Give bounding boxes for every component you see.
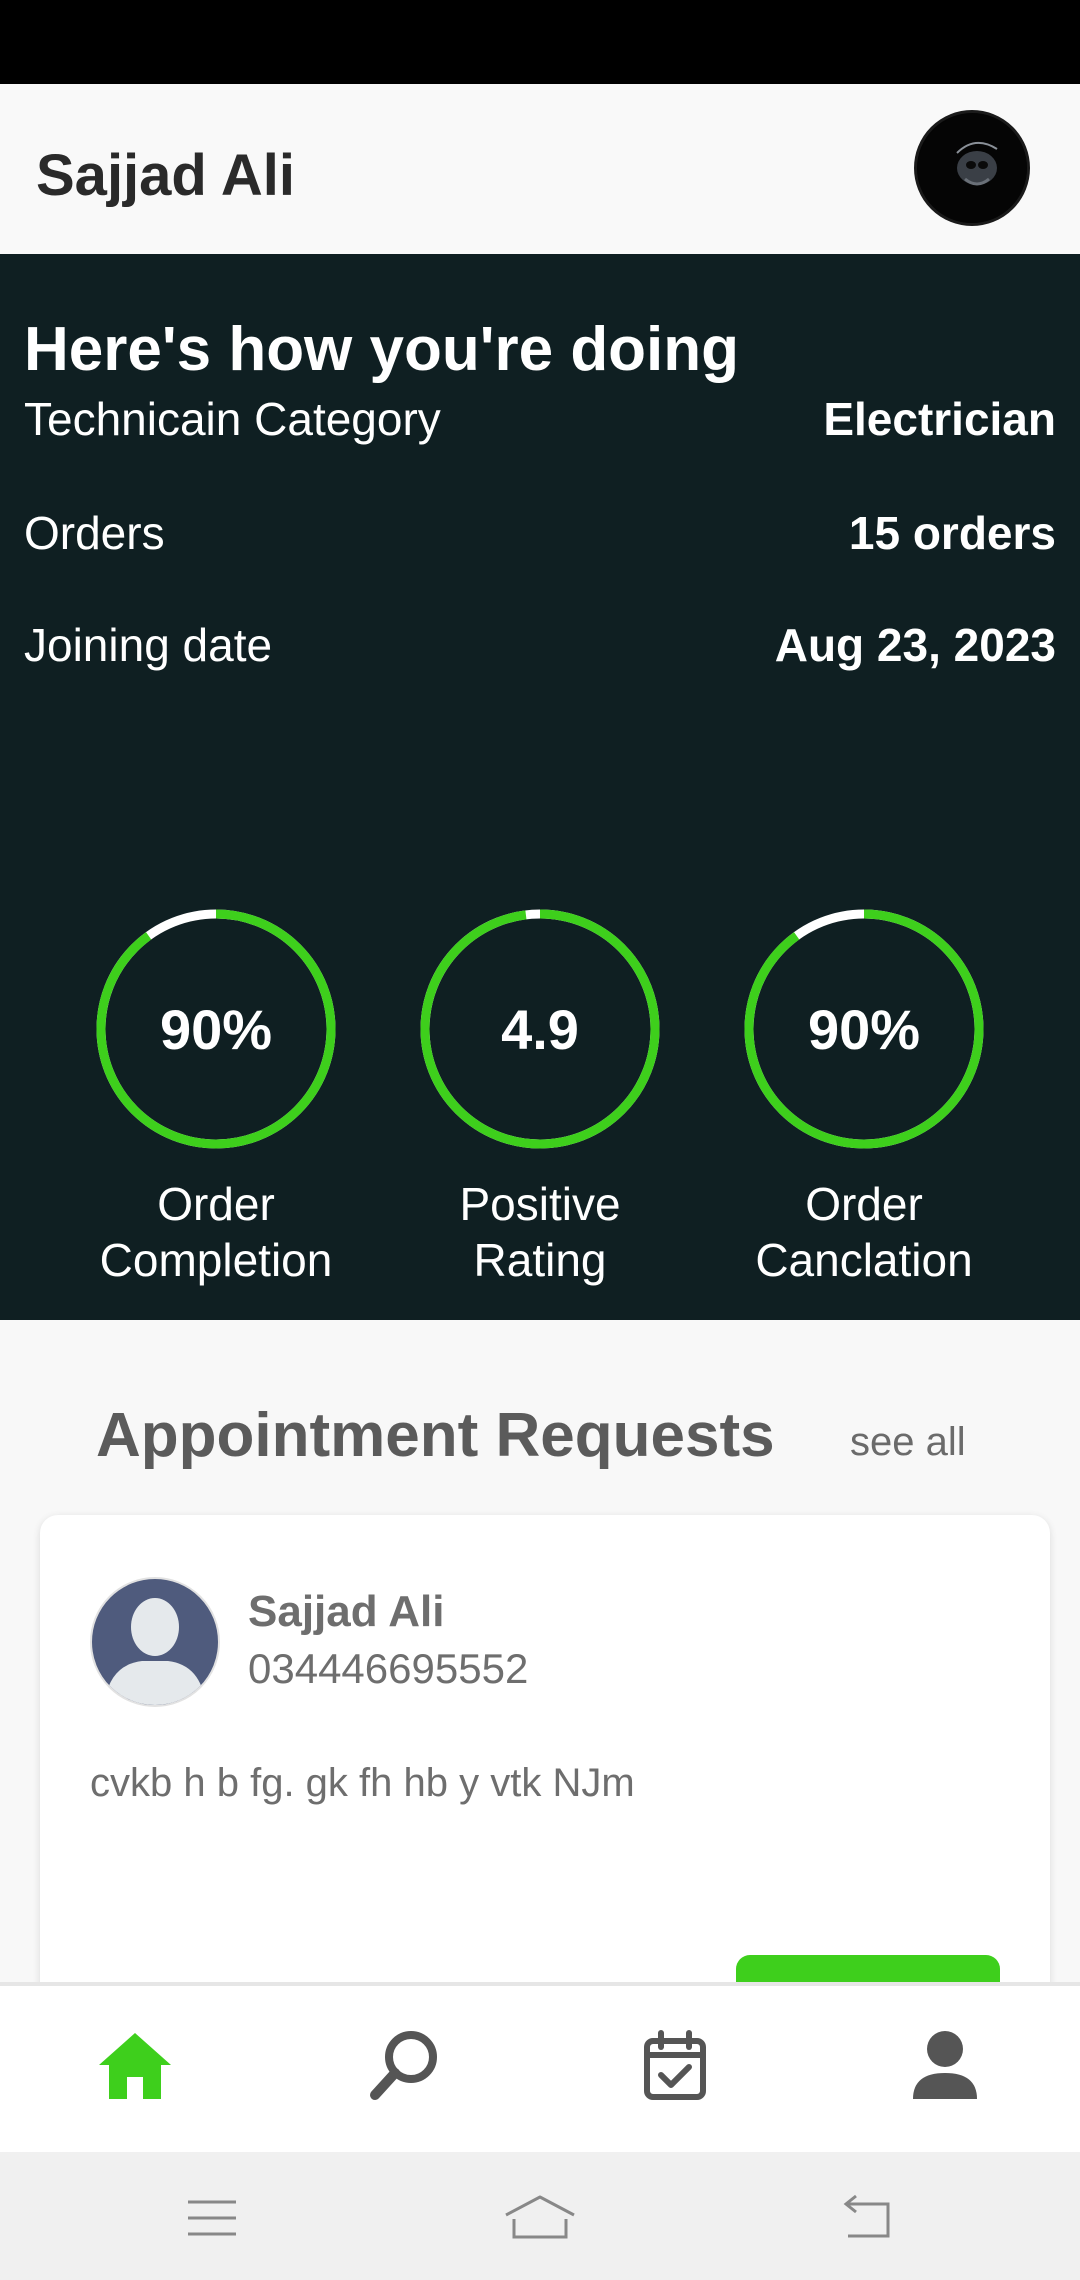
profile-avatar[interactable] xyxy=(914,110,1030,226)
info-row-joining-date: Joining date Aug 23, 2023 xyxy=(24,610,1056,680)
info-row-category: Technicain Category Electrician xyxy=(24,384,1056,454)
metric-positive-rating: 4.9 Positive Rating xyxy=(390,904,690,1288)
progress-ring: 4.9 xyxy=(420,909,660,1149)
progress-ring: 90% xyxy=(96,909,336,1149)
performance-heading: Here's how you're doing xyxy=(24,315,740,384)
orders-value: 15 orders xyxy=(848,507,1056,559)
orders-label: Orders xyxy=(24,507,165,559)
metric-label-line2: Completion xyxy=(99,1234,333,1286)
info-row-orders: Orders 15 orders xyxy=(24,498,1056,568)
joining-date-label: Joining date xyxy=(24,619,273,671)
user-name-title: Sajjad Ali xyxy=(36,143,295,208)
see-all-link[interactable]: see all xyxy=(850,1420,966,1465)
metric-label: Positive Rating xyxy=(390,1176,690,1288)
metric-label: Order Canclation xyxy=(714,1176,1014,1288)
home-outline-icon xyxy=(505,2195,575,2239)
requester-avatar xyxy=(90,1577,220,1707)
request-description: cvkb h b fg. gk fh hb y vtk NJm xyxy=(90,1761,635,1805)
recent-apps-button[interactable] xyxy=(172,2188,252,2248)
metric-label-line1: Order xyxy=(157,1178,275,1230)
skull-avatar-icon xyxy=(917,113,1027,223)
system-navigation-bar xyxy=(0,2152,1080,2280)
metric-label-line1: Order xyxy=(805,1178,923,1230)
nav-search[interactable] xyxy=(360,2020,450,2110)
metric-label-line2: Canclation xyxy=(755,1234,973,1286)
category-value: Electrician xyxy=(823,393,1056,445)
category-label: Technicain Category xyxy=(24,393,441,445)
search-icon xyxy=(370,2031,437,2100)
joining-date-value: Aug 23, 2023 xyxy=(774,619,1056,671)
screen: Sajjad Ali Here's how you're doing Techn… xyxy=(0,0,1080,2280)
requester-phone: 034446695552 xyxy=(248,1645,529,1692)
home-icon xyxy=(99,2033,171,2099)
metric-value: 4.9 xyxy=(501,998,579,1061)
nav-home[interactable] xyxy=(90,2020,180,2110)
metric-order-cancellation: 90% Order Canclation xyxy=(714,904,1014,1288)
nav-appointments[interactable] xyxy=(630,2020,720,2110)
system-home-button[interactable] xyxy=(500,2188,580,2248)
back-arrow-icon xyxy=(843,2194,890,2238)
appointment-request-card[interactable]: Sajjad Ali 034446695552 cvkb h b fg. gk … xyxy=(40,1515,1050,2045)
default-user-avatar-icon xyxy=(90,1577,220,1707)
metric-value: 90% xyxy=(808,998,920,1061)
nav-profile[interactable] xyxy=(900,2020,990,2110)
menu-lines-icon xyxy=(188,2200,236,2236)
requester-name: Sajjad Ali xyxy=(248,1587,445,1636)
profile-icon xyxy=(913,2031,977,2099)
back-button[interactable] xyxy=(828,2188,908,2248)
appointment-requests-title: Appointment Requests xyxy=(96,1401,775,1470)
progress-ring: 90% xyxy=(744,909,984,1149)
calendar-check-icon xyxy=(644,2030,706,2100)
bottom-navigation xyxy=(0,1982,1080,2152)
metric-value: 90% xyxy=(160,998,272,1061)
metric-label: Order Completion xyxy=(66,1176,366,1288)
status-bar xyxy=(0,0,1080,84)
metric-order-completion: 90% Order Completion xyxy=(66,904,366,1288)
metric-label-line2: Rating xyxy=(473,1234,607,1286)
app-header: Sajjad Ali xyxy=(0,84,1080,254)
metric-label-line1: Positive xyxy=(459,1178,621,1230)
performance-panel: Here's how you're doing Technicain Categ… xyxy=(0,254,1080,1320)
